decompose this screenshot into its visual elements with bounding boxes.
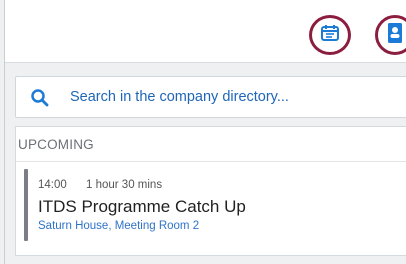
contact-book-icon xyxy=(387,22,403,49)
directory-search-bar[interactable]: Search in the company directory... xyxy=(15,76,406,118)
search-icon xyxy=(30,88,50,113)
calendar-button[interactable] xyxy=(309,15,351,55)
upcoming-heading: UPCOMING xyxy=(18,137,94,152)
search-placeholder[interactable]: Search in the company directory... xyxy=(70,89,289,105)
meeting-start-time: 14:00 xyxy=(38,179,67,191)
meeting-item[interactable]: 14:00 1 hour 30 mins ITDS Programme Catc… xyxy=(24,169,406,243)
meeting-duration: 1 hour 30 mins xyxy=(86,179,163,191)
meeting-title: ITDS Programme Catch Up xyxy=(38,197,246,216)
top-toolbar xyxy=(5,0,406,63)
section-divider xyxy=(16,161,406,162)
meeting-status-bar xyxy=(24,169,28,241)
meeting-location: Saturn House, Meeting Room 2 xyxy=(38,220,200,232)
upcoming-card: UPCOMING 14:00 1 hour 30 mins ITDS Progr… xyxy=(15,126,406,256)
app-window: Search in the company directory... UPCOM… xyxy=(4,0,406,264)
calendar-icon xyxy=(319,23,341,48)
directory-button[interactable] xyxy=(375,15,406,55)
